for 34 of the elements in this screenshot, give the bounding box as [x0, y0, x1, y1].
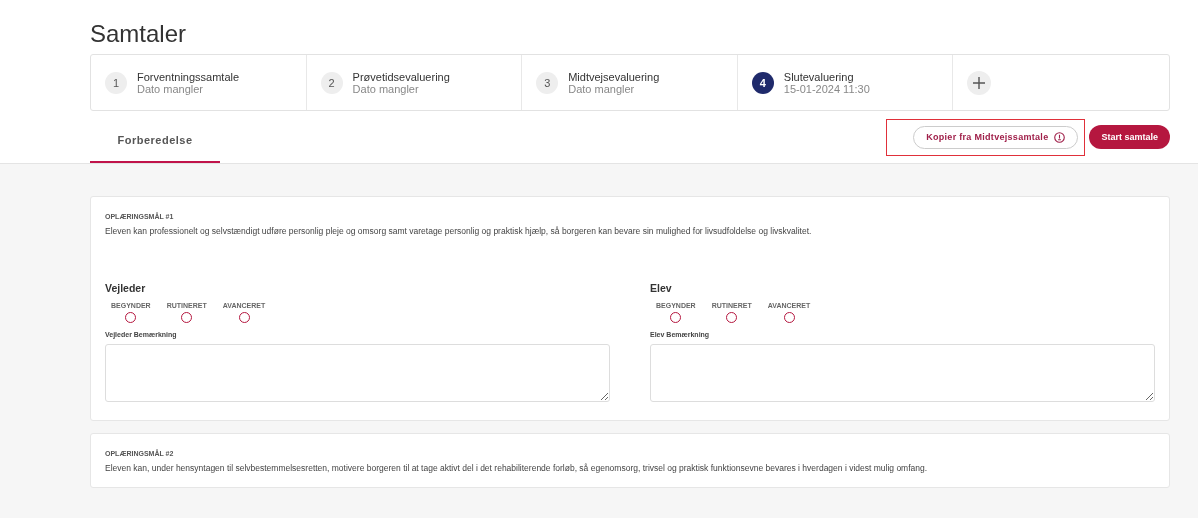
- radio-button[interactable]: [181, 312, 193, 323]
- radio-button[interactable]: [670, 312, 682, 323]
- step-item[interactable]: 3 Midtvejsevaluering Dato mangler: [522, 55, 738, 110]
- step-name: Slutevaluering: [783, 70, 855, 83]
- step-item[interactable]: 1 Forventningssamtale Dato mangler: [91, 55, 307, 110]
- start-button[interactable]: Start samtale: [1089, 125, 1170, 149]
- add-button[interactable]: [967, 70, 992, 95]
- remark-field[interactable]: [650, 344, 1155, 402]
- step-number: 1: [105, 71, 127, 94]
- page-title: Samtaler: [90, 20, 188, 48]
- radio-button[interactable]: [125, 312, 137, 323]
- radio-button[interactable]: [726, 312, 738, 323]
- plus-icon: [972, 75, 987, 90]
- step-date: 15-01-2024 11:30: [783, 82, 870, 95]
- goal-text: Eleven kan, under hensyntagen til selvbestemmelsesretten, motivere borgeren til at tage aktivt del i det rehabiliterende forløb, så egenomsorg, trivsel og praktisk funktionsevne bevares i hverdagen i videst mulig omfang.: [105, 463, 929, 473]
- assessment-title: Elev: [650, 282, 673, 294]
- goal-text: Eleven kan professionelt og selvstændigt udføre personlig pleje og omsorg samt varetage personlig og praktisk hjælp, så borgeren kan bevare sin mulighed for livsudfoldelse og livskvalitet.: [105, 226, 813, 236]
- step-number: 2: [320, 71, 343, 94]
- remark-field[interactable]: [105, 344, 610, 402]
- info-icon: [1054, 131, 1066, 143]
- step-date: Dato mangler: [352, 82, 419, 95]
- step-date: Dato mangler: [568, 82, 635, 95]
- step-name: Prøvetidsevaluering: [352, 70, 450, 83]
- step-name: Midtvejsevaluering: [568, 70, 660, 83]
- radio-button[interactable]: [238, 312, 250, 323]
- radio-button[interactable]: [783, 312, 795, 323]
- copy-button[interactable]: Kopier fra Midtvejssamtale: [913, 125, 1079, 149]
- step-item[interactable]: 2 Prøvetidsevaluering Dato mangler: [306, 55, 523, 110]
- step-number: 3: [536, 71, 559, 94]
- step-name: Forventningssamtale: [137, 70, 240, 83]
- step-item[interactable]: 4 Slutevaluering 15-01-2024 11:30: [737, 55, 954, 110]
- step-date: Dato mangler: [137, 82, 204, 95]
- step-number: 4: [751, 71, 774, 94]
- assessment-title: Vejleder: [105, 282, 147, 294]
